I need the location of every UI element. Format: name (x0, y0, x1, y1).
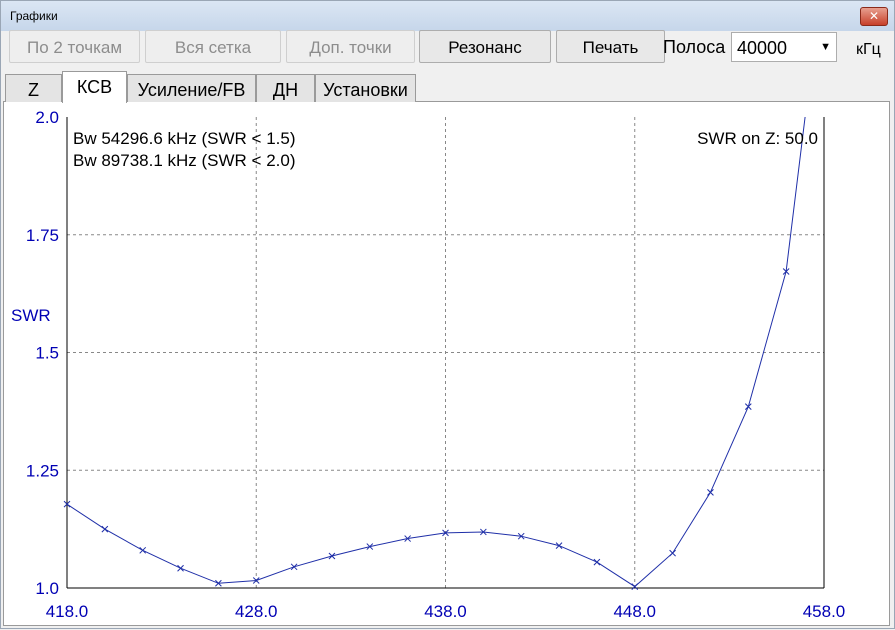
x-tick-label: 418.0 (46, 602, 89, 621)
swr-on-z-annotation: SWR on Z: 50.0 (697, 129, 818, 148)
y-tick-label: 1.75 (26, 226, 59, 245)
data-point (669, 549, 676, 557)
data-point (631, 583, 639, 590)
data-point (555, 542, 563, 549)
graphs-window: Графики ✕ По 2 точкам Вся сетка Доп. точ… (0, 0, 895, 629)
y-tick-label: 1.5 (35, 344, 59, 363)
x-tick-label: 458.0 (803, 602, 846, 621)
swr-chart: 418.0 428.0 438.0 448.0 458.0 1.0 1.25 1.5 1.75 2… (11, 108, 846, 621)
tab-swr[interactable]: КСВ (62, 71, 127, 103)
bandwidth-annotation-2-0: Bw 89738.1 kHz (SWR < 2.0) (73, 151, 296, 170)
swr-series-line (66, 116, 806, 588)
bandwidth-annotation-1-5: Bw 54296.6 kHz (SWR < 1.5) (73, 129, 296, 148)
y-tick-label: 2.0 (35, 108, 59, 127)
data-point (744, 403, 752, 411)
x-tick-label: 448.0 (613, 602, 656, 621)
data-point (177, 564, 184, 572)
data-point (707, 489, 714, 496)
data-point (290, 563, 298, 571)
y-tick-label: 1.0 (35, 579, 59, 598)
y-axis-label: SWR (11, 306, 51, 325)
data-point (101, 525, 109, 533)
data-point (139, 546, 147, 554)
x-tick-label: 428.0 (235, 602, 278, 621)
data-point (593, 558, 601, 566)
x-tick-label: 438.0 (424, 602, 467, 621)
y-tick-label: 1.25 (26, 461, 59, 480)
